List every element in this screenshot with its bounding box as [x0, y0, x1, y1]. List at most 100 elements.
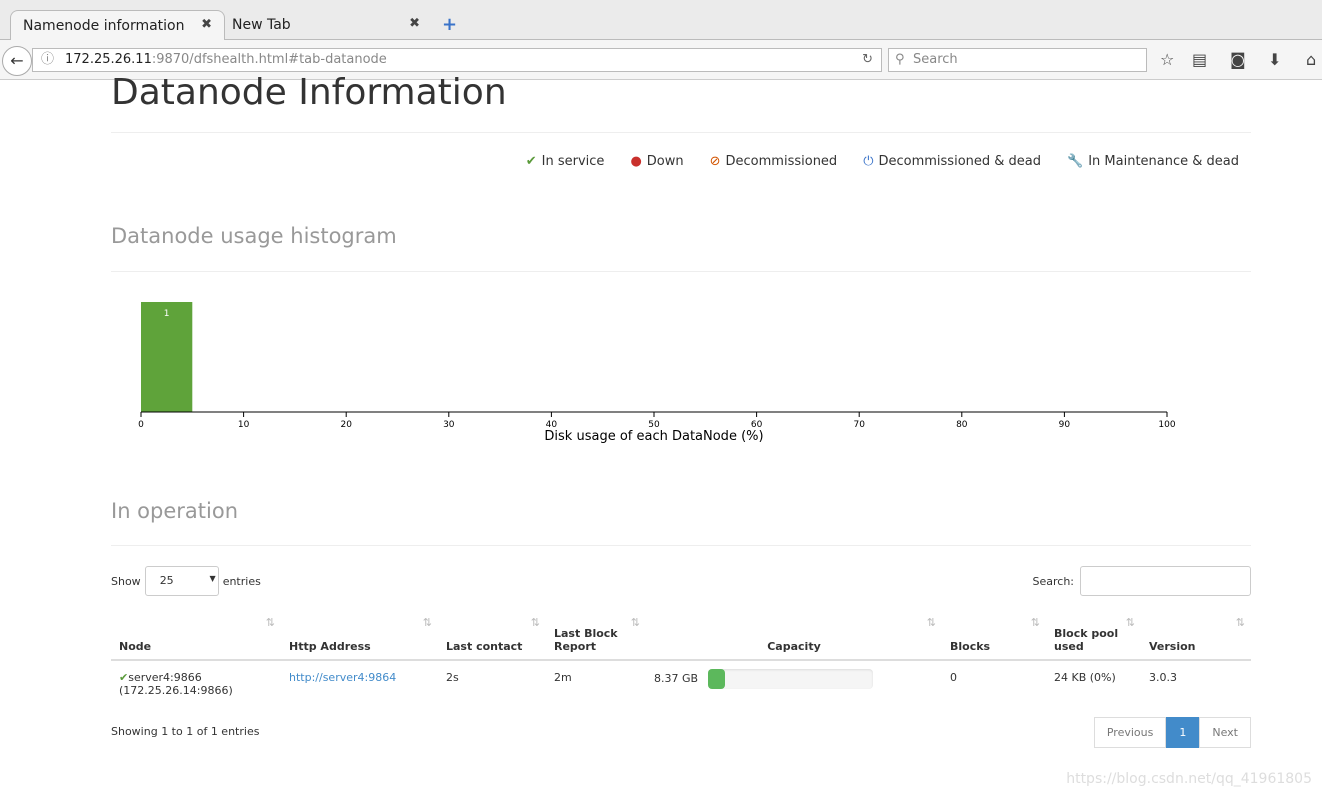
close-icon[interactable]: ✖ — [201, 17, 212, 32]
column-header[interactable]: Http Address ⇅ — [281, 606, 438, 661]
datanode-table: Node ⇅ Http Address ⇅ Last contact ⇅ Last Bloc… — [111, 606, 1251, 716]
sort-icon[interactable]: ⇅ — [531, 616, 540, 629]
legend-item: ✔ In service — [526, 154, 605, 169]
last-contact: 2s — [446, 671, 459, 684]
http-address-link[interactable]: http://server4:9864 — [289, 671, 396, 684]
sort-icon[interactable]: ⇅ — [423, 616, 432, 629]
column-label: Capacity — [767, 640, 821, 653]
pocket-icon[interactable]: ◙ — [1230, 50, 1246, 69]
node-ip: (172.25.26.14:9866) — [119, 684, 233, 697]
status-legend: ✔ In service ● Down ⊘ Decommissioned ⏻ Decommis… — [526, 154, 1239, 169]
show-label: Show — [111, 574, 141, 588]
operation-title: In operation — [111, 499, 239, 523]
entries-value: 25 — [159, 574, 174, 587]
x-tick-label: 100 — [1158, 420, 1175, 430]
star-icon[interactable]: ☆ — [1160, 50, 1174, 69]
legend-item: ● Down — [630, 154, 683, 169]
column-header[interactable]: Blocks ⇅ — [942, 606, 1046, 661]
x-tick-label: 30 — [443, 420, 455, 430]
tab-namenode[interactable]: Namenode information ✖ — [10, 10, 225, 40]
x-tick-label: 20 — [340, 420, 352, 430]
page-1-button[interactable]: 1 — [1166, 717, 1200, 748]
sort-icon[interactable]: ⇅ — [1236, 616, 1245, 629]
x-tick-label: 90 — [1059, 420, 1071, 430]
column-header[interactable]: Last contact ⇅ — [438, 606, 546, 661]
column-label: Blocks — [950, 640, 991, 653]
url-path: :9870/dfshealth.html#tab-datanode — [151, 52, 387, 67]
search-input[interactable]: ⚲ Search — [888, 48, 1147, 72]
table-search-input[interactable] — [1080, 566, 1251, 596]
column-label: Node — [119, 640, 152, 653]
url-host: 172.25.26.11 — [65, 52, 152, 67]
sort-icon[interactable]: ⇅ — [266, 616, 275, 629]
sort-icon[interactable]: ⇅ — [927, 616, 936, 629]
divider — [111, 545, 1251, 546]
capacity-fill — [708, 669, 725, 689]
column-header[interactable]: Node ⇅ — [111, 606, 281, 661]
previous-button[interactable]: Previous — [1093, 717, 1167, 748]
legend-label: Decommissioned — [725, 154, 838, 169]
capacity-value: 8.37 GB — [654, 672, 699, 685]
back-icon[interactable]: ← — [2, 46, 32, 76]
table-row: ✔server4:9866 (172.25.26.14:9866) http://… — [111, 660, 1251, 716]
table-search-label: Search: — [1032, 574, 1075, 588]
last-block-report: 2m — [554, 671, 572, 684]
column-label: Version — [1149, 640, 1196, 653]
legend-item: ⏻ Decommissioned & dead — [863, 154, 1041, 169]
reading-list-icon[interactable]: ▤ — [1192, 50, 1207, 69]
chevron-down-icon: ▼ — [209, 574, 216, 583]
new-tab-icon[interactable]: + — [442, 14, 457, 35]
sort-icon[interactable]: ⇅ — [1126, 616, 1135, 629]
legend-label: In Maintenance & dead — [1088, 154, 1239, 169]
column-header[interactable]: Last Block Report ⇅ — [546, 606, 646, 661]
tab-new[interactable]: New Tab ✖ — [220, 10, 432, 40]
status-icon: 🔧 — [1067, 154, 1084, 169]
node-name: server4:9866 — [128, 671, 202, 684]
status-icon: ● — [630, 154, 642, 169]
entries-select[interactable]: 25 ▼ — [144, 566, 219, 596]
blocks: 0 — [950, 671, 957, 684]
bar-label: 1 — [164, 309, 170, 319]
reload-icon[interactable]: ↻ — [862, 49, 873, 71]
x-axis-label: Disk usage of each DataNode (%) — [544, 429, 763, 444]
close-icon[interactable]: ✖ — [409, 16, 420, 31]
x-tick-label: 70 — [853, 420, 865, 430]
status-icon: ⊘ — [709, 154, 721, 169]
tab-label: New Tab — [232, 17, 291, 33]
legend-label: Down — [646, 154, 684, 169]
sort-icon[interactable]: ⇅ — [631, 616, 640, 629]
capacity-bar — [708, 669, 874, 689]
search-icon: ⚲ — [895, 52, 905, 67]
tab-label: Namenode information — [23, 18, 185, 34]
in-service-icon: ✔ — [119, 671, 129, 684]
entries-label: entries — [222, 574, 261, 588]
legend-label: In service — [541, 154, 605, 169]
sort-icon[interactable]: ⇅ — [1031, 616, 1040, 629]
column-label: Last Block Report — [554, 627, 618, 653]
legend-label: Decommissioned & dead — [878, 154, 1042, 169]
legend-item: ⊘ Decommissioned — [710, 154, 838, 169]
column-label: Last contact — [446, 640, 523, 653]
pagination: Previous 1 Next — [1093, 717, 1251, 748]
block-pool-used: 24 KB (0%) — [1054, 671, 1116, 684]
x-tick-label: 0 — [138, 420, 144, 430]
download-icon[interactable]: ⬇ — [1268, 50, 1281, 69]
column-header[interactable]: Block pool used ⇅ — [1046, 606, 1141, 661]
column-header[interactable]: Capacity ⇅ — [646, 606, 942, 661]
legend-item: 🔧 In Maintenance & dead — [1067, 154, 1239, 169]
url-bar[interactable]: ⓘ 172.25.26.11:9870/dfshealth.html#tab-da… — [32, 48, 882, 72]
tab-bar: Namenode information ✖ New Tab ✖ + — [0, 0, 1322, 40]
watermark: https://blog.csdn.net/qq_41961805 — [1066, 771, 1312, 787]
x-tick-label: 80 — [956, 420, 968, 430]
column-label: Block pool used — [1054, 627, 1119, 653]
home-icon[interactable]: ⌂ — [1306, 50, 1316, 69]
x-tick-label: 10 — [238, 420, 250, 430]
page-title: Datanode Information — [111, 72, 507, 113]
version: 3.0.3 — [1149, 671, 1177, 684]
status-icon: ⏻ — [863, 154, 874, 169]
table-info: Showing 1 to 1 of 1 entries — [111, 725, 260, 738]
info-icon[interactable]: ⓘ — [41, 49, 54, 71]
column-header[interactable]: Version ⇅ — [1141, 606, 1251, 661]
next-button[interactable]: Next — [1199, 717, 1251, 748]
histogram-title: Datanode usage histogram — [111, 224, 397, 248]
